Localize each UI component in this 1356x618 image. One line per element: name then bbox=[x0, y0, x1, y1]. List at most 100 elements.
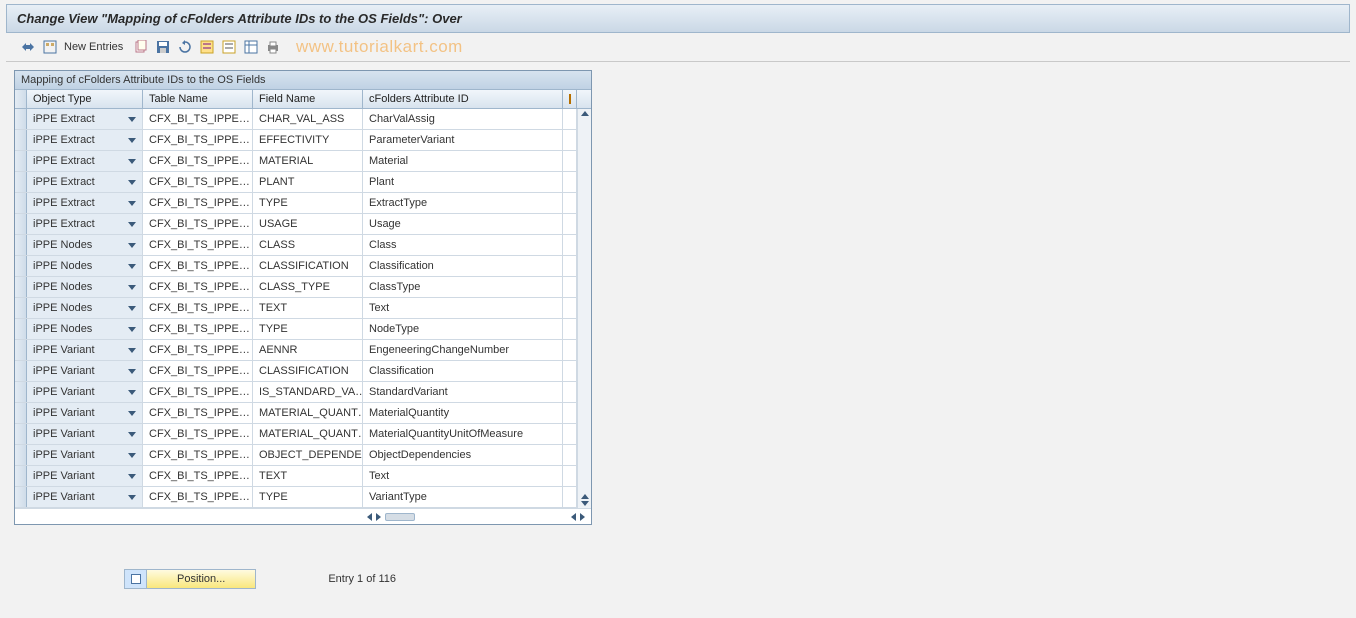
row-selector[interactable] bbox=[15, 487, 27, 507]
field-name-cell[interactable]: CLASSIFICATION bbox=[253, 256, 363, 276]
table-row[interactable]: iPPE NodesCFX_BI_TS_IPPE…TYPENodeType bbox=[15, 319, 577, 340]
table-row[interactable]: iPPE NodesCFX_BI_TS_IPPE…CLASSIFICATIONC… bbox=[15, 256, 577, 277]
table-name-cell[interactable]: CFX_BI_TS_IPPE… bbox=[143, 445, 253, 465]
field-name-cell[interactable]: EFFECTIVITY bbox=[253, 130, 363, 150]
table-row[interactable]: iPPE VariantCFX_BI_TS_IPPE…MATERIAL_QUAN… bbox=[15, 424, 577, 445]
attribute-id-cell[interactable]: MaterialQuantityUnitOfMeasure bbox=[363, 424, 563, 444]
attribute-id-cell[interactable]: MaterialQuantity bbox=[363, 403, 563, 423]
attribute-id-cell[interactable]: Class bbox=[363, 235, 563, 255]
scroll-thumb[interactable] bbox=[385, 513, 415, 521]
object-type-dropdown[interactable]: iPPE Variant bbox=[27, 382, 143, 402]
table-settings-icon[interactable] bbox=[243, 39, 259, 55]
undo-icon[interactable] bbox=[177, 39, 193, 55]
object-type-dropdown[interactable]: iPPE Variant bbox=[27, 424, 143, 444]
object-type-dropdown[interactable]: iPPE Nodes bbox=[27, 256, 143, 276]
object-type-dropdown[interactable]: iPPE Extract bbox=[27, 193, 143, 213]
row-selector[interactable] bbox=[15, 277, 27, 297]
field-name-cell[interactable]: OBJECT_DEPENDE… bbox=[253, 445, 363, 465]
table-name-cell[interactable]: CFX_BI_TS_IPPE… bbox=[143, 319, 253, 339]
table-row[interactable]: iPPE VariantCFX_BI_TS_IPPE…OBJECT_DEPEND… bbox=[15, 445, 577, 466]
table-name-cell[interactable]: CFX_BI_TS_IPPE… bbox=[143, 109, 253, 129]
table-name-cell[interactable]: CFX_BI_TS_IPPE… bbox=[143, 130, 253, 150]
table-name-cell[interactable]: CFX_BI_TS_IPPE… bbox=[143, 361, 253, 381]
scroll-up-icon[interactable] bbox=[581, 111, 589, 116]
table-row[interactable]: iPPE ExtractCFX_BI_TS_IPPE…PLANTPlant bbox=[15, 172, 577, 193]
scroll-right-icon[interactable] bbox=[580, 513, 585, 521]
column-header-field-name[interactable]: Field Name bbox=[253, 90, 363, 108]
configure-columns-button[interactable] bbox=[563, 90, 577, 108]
scroll-left-icon[interactable] bbox=[571, 513, 576, 521]
object-type-dropdown[interactable]: iPPE Extract bbox=[27, 130, 143, 150]
object-type-dropdown[interactable]: iPPE Variant bbox=[27, 340, 143, 360]
field-name-cell[interactable]: MATERIAL_QUANT… bbox=[253, 403, 363, 423]
select-all-icon[interactable] bbox=[199, 39, 215, 55]
row-selector[interactable] bbox=[15, 424, 27, 444]
attribute-id-cell[interactable]: CharValAssig bbox=[363, 109, 563, 129]
object-type-dropdown[interactable]: iPPE Variant bbox=[27, 403, 143, 423]
row-selector[interactable] bbox=[15, 109, 27, 129]
table-name-cell[interactable]: CFX_BI_TS_IPPE… bbox=[143, 340, 253, 360]
row-selector[interactable] bbox=[15, 340, 27, 360]
object-type-dropdown[interactable]: iPPE Nodes bbox=[27, 319, 143, 339]
table-row[interactable]: iPPE ExtractCFX_BI_TS_IPPE…CHAR_VAL_ASSC… bbox=[15, 109, 577, 130]
table-name-cell[interactable]: CFX_BI_TS_IPPE… bbox=[143, 235, 253, 255]
save-icon[interactable] bbox=[155, 39, 171, 55]
field-name-cell[interactable]: PLANT bbox=[253, 172, 363, 192]
table-row[interactable]: iPPE VariantCFX_BI_TS_IPPE…MATERIAL_QUAN… bbox=[15, 403, 577, 424]
field-name-cell[interactable]: TYPE bbox=[253, 487, 363, 507]
attribute-id-cell[interactable]: VariantType bbox=[363, 487, 563, 507]
field-name-cell[interactable]: CHAR_VAL_ASS bbox=[253, 109, 363, 129]
column-header-object-type[interactable]: Object Type bbox=[27, 90, 143, 108]
field-name-cell[interactable]: IS_STANDARD_VA… bbox=[253, 382, 363, 402]
attribute-id-cell[interactable]: ParameterVariant bbox=[363, 130, 563, 150]
row-selector[interactable] bbox=[15, 298, 27, 318]
attribute-id-cell[interactable]: ObjectDependencies bbox=[363, 445, 563, 465]
new-entries-button[interactable]: New Entries bbox=[64, 41, 123, 53]
row-selector[interactable] bbox=[15, 466, 27, 486]
table-row[interactable]: iPPE NodesCFX_BI_TS_IPPE…CLASS_TYPEClass… bbox=[15, 277, 577, 298]
field-name-cell[interactable]: AENNR bbox=[253, 340, 363, 360]
table-row[interactable]: iPPE ExtractCFX_BI_TS_IPPE…EFFECTIVITYPa… bbox=[15, 130, 577, 151]
attribute-id-cell[interactable]: Text bbox=[363, 298, 563, 318]
field-name-cell[interactable]: MATERIAL bbox=[253, 151, 363, 171]
object-type-dropdown[interactable]: iPPE Variant bbox=[27, 361, 143, 381]
attribute-id-cell[interactable]: Classification bbox=[363, 256, 563, 276]
table-name-cell[interactable]: CFX_BI_TS_IPPE… bbox=[143, 298, 253, 318]
attribute-id-cell[interactable]: Material bbox=[363, 151, 563, 171]
object-type-dropdown[interactable]: iPPE Nodes bbox=[27, 298, 143, 318]
object-type-dropdown[interactable]: iPPE Variant bbox=[27, 487, 143, 507]
column-header-attr-id[interactable]: cFolders Attribute ID bbox=[363, 90, 563, 108]
table-row[interactable]: iPPE VariantCFX_BI_TS_IPPE…CLASSIFICATIO… bbox=[15, 361, 577, 382]
table-row[interactable]: iPPE VariantCFX_BI_TS_IPPE…AENNREngeneer… bbox=[15, 340, 577, 361]
attribute-id-cell[interactable]: Text bbox=[363, 466, 563, 486]
row-selector[interactable] bbox=[15, 256, 27, 276]
deselect-all-icon[interactable] bbox=[221, 39, 237, 55]
table-name-cell[interactable]: CFX_BI_TS_IPPE… bbox=[143, 487, 253, 507]
expand-icon[interactable] bbox=[42, 39, 58, 55]
attribute-id-cell[interactable]: EngeneeringChangeNumber bbox=[363, 340, 563, 360]
table-name-cell[interactable]: CFX_BI_TS_IPPE… bbox=[143, 256, 253, 276]
table-name-cell[interactable]: CFX_BI_TS_IPPE… bbox=[143, 277, 253, 297]
print-icon[interactable] bbox=[265, 39, 281, 55]
field-name-cell[interactable]: TEXT bbox=[253, 466, 363, 486]
select-all-rows[interactable] bbox=[15, 90, 27, 108]
row-selector[interactable] bbox=[15, 319, 27, 339]
row-selector[interactable] bbox=[15, 445, 27, 465]
table-name-cell[interactable]: CFX_BI_TS_IPPE… bbox=[143, 214, 253, 234]
scroll-right-icon[interactable] bbox=[376, 513, 381, 521]
table-name-cell[interactable]: CFX_BI_TS_IPPE… bbox=[143, 382, 253, 402]
table-row[interactable]: iPPE ExtractCFX_BI_TS_IPPE…MATERIALMater… bbox=[15, 151, 577, 172]
position-button[interactable]: Position... bbox=[124, 569, 256, 589]
attribute-id-cell[interactable]: Plant bbox=[363, 172, 563, 192]
row-selector[interactable] bbox=[15, 235, 27, 255]
table-name-cell[interactable]: CFX_BI_TS_IPPE… bbox=[143, 466, 253, 486]
object-type-dropdown[interactable]: iPPE Variant bbox=[27, 445, 143, 465]
field-name-cell[interactable]: CLASS bbox=[253, 235, 363, 255]
table-name-cell[interactable]: CFX_BI_TS_IPPE… bbox=[143, 424, 253, 444]
object-type-dropdown[interactable]: iPPE Extract bbox=[27, 214, 143, 234]
table-name-cell[interactable]: CFX_BI_TS_IPPE… bbox=[143, 151, 253, 171]
object-type-dropdown[interactable]: iPPE Extract bbox=[27, 172, 143, 192]
field-name-cell[interactable]: TEXT bbox=[253, 298, 363, 318]
object-type-dropdown[interactable]: iPPE Nodes bbox=[27, 235, 143, 255]
attribute-id-cell[interactable]: Classification bbox=[363, 361, 563, 381]
